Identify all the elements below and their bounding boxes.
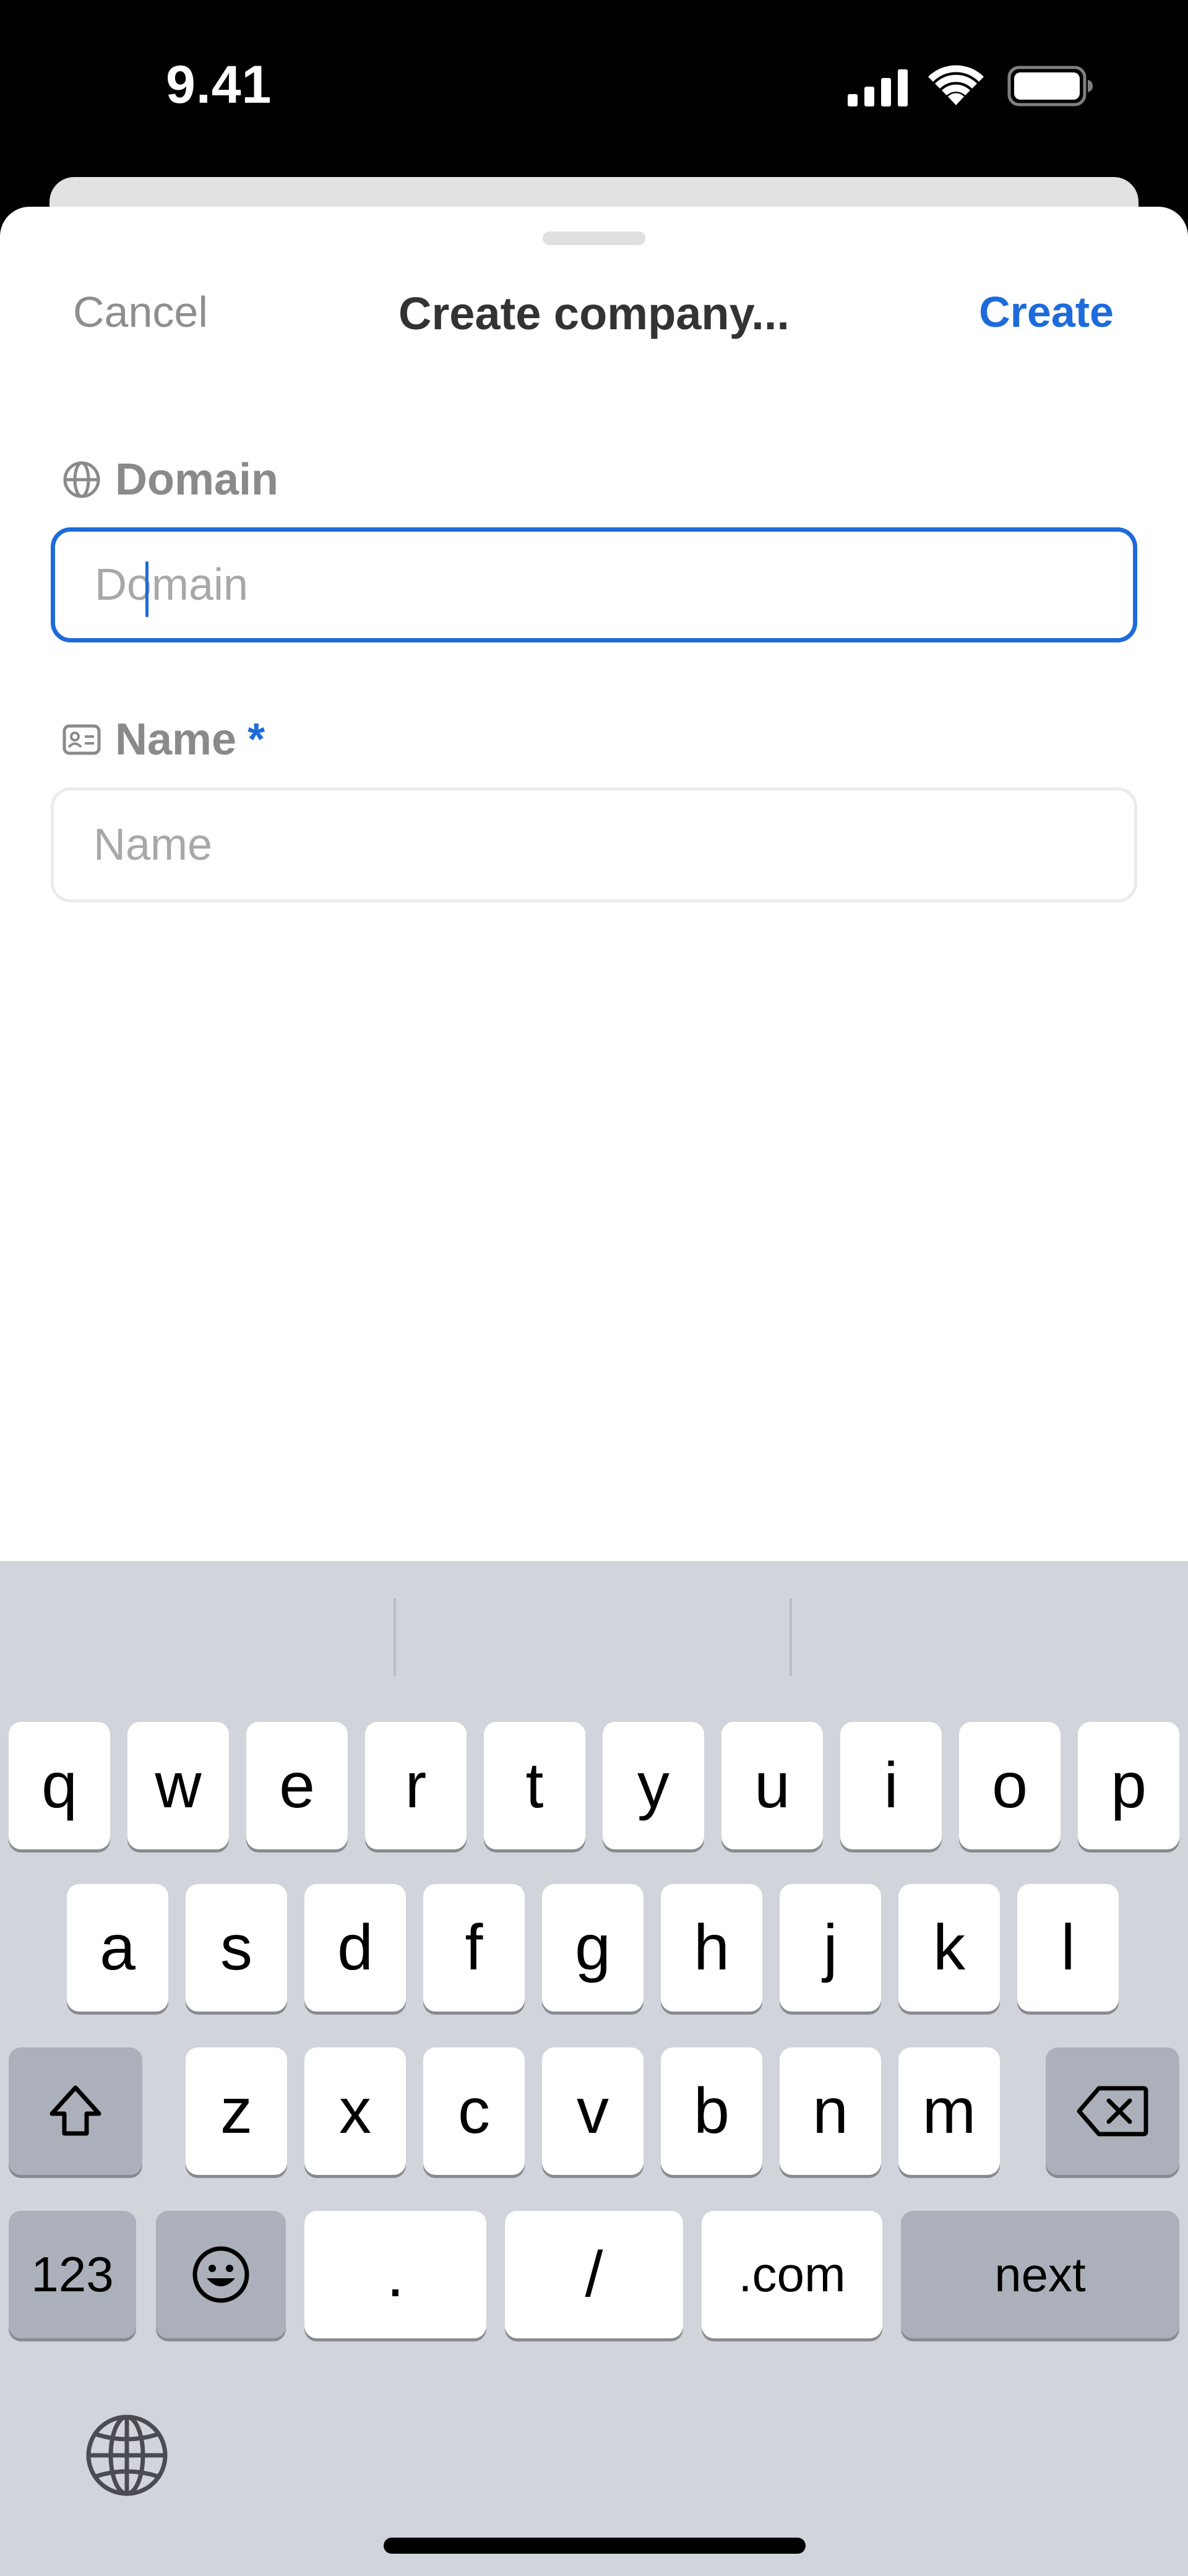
software-keyboard: q w e r t y u i o p a s d f g h j k l z …	[0, 1561, 1188, 2576]
key-e[interactable]: e	[246, 1722, 348, 1849]
key-r[interactable]: r	[365, 1722, 467, 1849]
suggestion-divider	[790, 1598, 792, 1676]
key-o[interactable]: o	[959, 1722, 1061, 1849]
globe-icon	[63, 461, 100, 498]
key-w[interactable]: w	[127, 1722, 229, 1849]
battery-icon	[1007, 66, 1093, 106]
name-label: Name *	[62, 712, 265, 767]
key-d[interactable]: d	[304, 1884, 406, 2012]
key-u[interactable]: u	[721, 1722, 823, 1849]
key-i[interactable]: i	[840, 1722, 942, 1849]
domain-field[interactable]	[51, 527, 1137, 642]
key-y[interactable]: y	[603, 1722, 704, 1849]
name-field[interactable]	[51, 787, 1137, 902]
key-l[interactable]: l	[1017, 1884, 1119, 2012]
create-button[interactable]: Create	[979, 287, 1114, 337]
key-p[interactable]: p	[1078, 1722, 1179, 1849]
slash-key[interactable]: /	[505, 2211, 683, 2338]
emoji-key[interactable]	[156, 2211, 286, 2338]
status-icons	[848, 64, 1095, 114]
key-q[interactable]: q	[9, 1722, 110, 1849]
numbers-key[interactable]: 123	[9, 2211, 136, 2338]
key-g[interactable]: g	[542, 1884, 644, 2012]
key-z[interactable]: z	[186, 2047, 287, 2175]
sheet-grabber[interactable]	[543, 231, 645, 245]
wifi-icon	[928, 65, 984, 105]
key-x[interactable]: x	[304, 2047, 406, 2175]
suggestion-divider	[394, 1598, 396, 1676]
shift-icon	[50, 2085, 101, 2136]
create-company-sheet: Cancel Create company... Create Domain N…	[0, 207, 1188, 1562]
name-label-text: Name	[115, 715, 237, 764]
dotcom-key[interactable]: .com	[702, 2211, 882, 2338]
backspace-icon	[1077, 2086, 1148, 2137]
key-j[interactable]: j	[780, 1884, 881, 2012]
dot-key[interactable]: .	[304, 2211, 486, 2338]
status-bar: 9.41	[0, 0, 1188, 179]
next-key[interactable]: next	[901, 2211, 1179, 2338]
domain-label-text: Domain	[115, 455, 279, 504]
globe-icon	[86, 2414, 168, 2496]
emoji-icon	[192, 2246, 249, 2303]
key-t[interactable]: t	[484, 1722, 585, 1849]
shift-key[interactable]	[9, 2047, 142, 2175]
globe-key[interactable]	[80, 2409, 173, 2502]
domain-input[interactable]	[95, 560, 1085, 610]
name-input[interactable]	[93, 819, 1083, 870]
status-time: 9.41	[166, 55, 272, 115]
domain-label: Domain	[62, 452, 278, 508]
key-a[interactable]: a	[67, 1884, 168, 2012]
key-v[interactable]: v	[542, 2047, 644, 2175]
key-b[interactable]: b	[661, 2047, 762, 2175]
signal-icon	[848, 69, 908, 106]
key-m[interactable]: m	[898, 2047, 1000, 2175]
id-card-icon	[62, 724, 101, 755]
key-k[interactable]: k	[898, 1884, 1000, 2012]
key-n[interactable]: n	[780, 2047, 881, 2175]
backspace-key[interactable]	[1046, 2047, 1179, 2175]
home-indicator[interactable]	[384, 2538, 806, 2554]
text-caret	[145, 561, 148, 617]
key-c[interactable]: c	[423, 2047, 525, 2175]
key-s[interactable]: s	[186, 1884, 287, 2012]
required-asterisk: *	[248, 715, 265, 764]
key-f[interactable]: f	[423, 1884, 525, 2012]
key-h[interactable]: h	[661, 1884, 762, 2012]
